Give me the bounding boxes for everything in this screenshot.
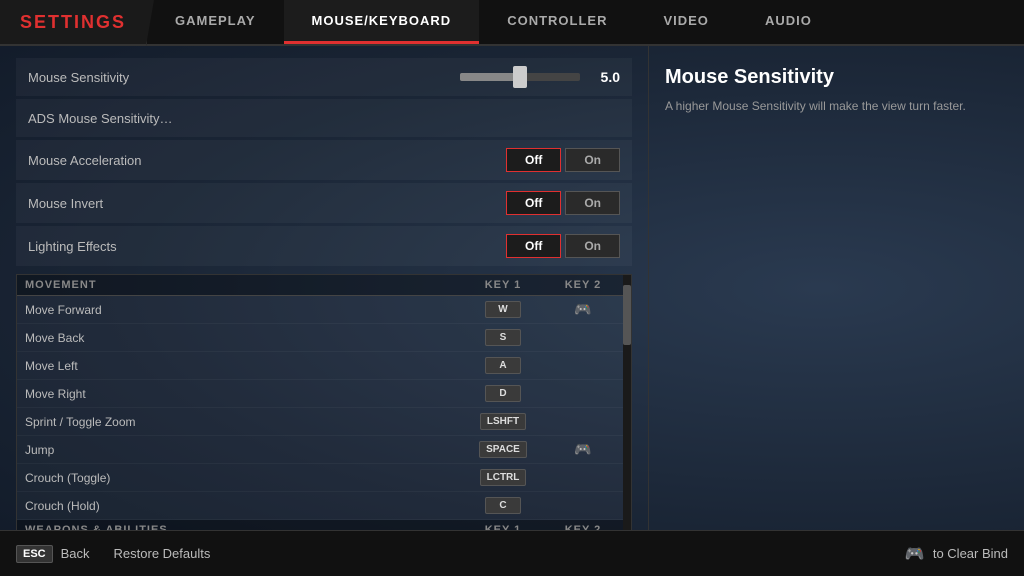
key1-header: KEY 1 bbox=[463, 279, 543, 291]
lighting-effects-toggle: Off On bbox=[506, 234, 620, 258]
clear-bind-text: to Clear Bind bbox=[933, 546, 1008, 561]
scrollbar-thumb[interactable] bbox=[623, 285, 631, 345]
sensitivity-slider[interactable] bbox=[460, 73, 580, 81]
clear-bind-icon: 🎮 bbox=[905, 544, 925, 564]
weapons-section-header: WEAPONS & ABILITIES KEY 1 KEY 2 bbox=[17, 520, 631, 530]
tab-gameplay[interactable]: GAMEPLAY bbox=[147, 0, 283, 44]
key2-header: KEY 2 bbox=[543, 279, 623, 291]
clear-bind-hint: 🎮 to Clear Bind bbox=[905, 544, 1008, 564]
esc-key-hint: ESC bbox=[16, 545, 53, 563]
back-button[interactable]: ESC Back bbox=[16, 545, 90, 563]
lighting-effects-on[interactable]: On bbox=[565, 234, 620, 258]
mouse-acceleration-row[interactable]: Mouse Acceleration Off On bbox=[16, 140, 632, 180]
main-content: Mouse Sensitivity 5.0 ADS Mouse Sensitiv… bbox=[0, 46, 1024, 530]
restore-label: Restore Defaults bbox=[114, 546, 211, 561]
controller-icon-forward: 🎮 bbox=[574, 301, 591, 318]
slider-fill bbox=[460, 73, 520, 81]
keybind-crouch-hold[interactable]: Crouch (Hold) C bbox=[17, 492, 631, 520]
mouse-acceleration-off[interactable]: Off bbox=[506, 148, 561, 172]
mouse-acceleration-label: Mouse Acceleration bbox=[28, 153, 506, 168]
keybind-move-left[interactable]: Move Left A bbox=[17, 352, 631, 380]
mouse-invert-label: Mouse Invert bbox=[28, 196, 506, 211]
restore-defaults-button[interactable]: Restore Defaults bbox=[114, 545, 211, 563]
bottom-bar: ESC Back Restore Defaults 🎮 to Clear Bin… bbox=[0, 530, 1024, 576]
nav-tabs: GAMEPLAY MOUSE/KEYBOARD CONTROLLER VIDEO… bbox=[147, 0, 1024, 44]
mouse-sensitivity-label: Mouse Sensitivity bbox=[28, 70, 460, 85]
tab-audio[interactable]: AUDIO bbox=[737, 0, 840, 44]
keybind-move-forward[interactable]: Move Forward W 🎮 bbox=[17, 296, 631, 324]
keybind-scroll[interactable]: MOVEMENT KEY 1 KEY 2 Move Forward W 🎮 bbox=[16, 274, 632, 530]
scrollbar[interactable] bbox=[623, 275, 631, 530]
keybind-crouch-toggle[interactable]: Crouch (Toggle) LCTRL bbox=[17, 464, 631, 492]
mouse-sensitivity-controls: 5.0 bbox=[460, 69, 620, 85]
info-description: A higher Mouse Sensitivity will make the… bbox=[665, 97, 1008, 115]
keybind-move-back[interactable]: Move Back S bbox=[17, 324, 631, 352]
tab-mouse-keyboard[interactable]: MOUSE/KEYBOARD bbox=[284, 0, 480, 44]
ads-sensitivity-label: ADS Mouse Sensitivity… bbox=[28, 111, 620, 126]
sensitivity-value: 5.0 bbox=[588, 69, 620, 85]
slider-thumb[interactable] bbox=[513, 66, 527, 88]
lighting-effects-off[interactable]: Off bbox=[506, 234, 561, 258]
keybind-jump[interactable]: Jump SPACE 🎮 bbox=[17, 436, 631, 464]
controller-icon-jump: 🎮 bbox=[574, 441, 591, 458]
mouse-invert-toggle: Off On bbox=[506, 191, 620, 215]
movement-title: MOVEMENT bbox=[25, 279, 463, 291]
settings-panel: Mouse Sensitivity 5.0 ADS Mouse Sensitiv… bbox=[0, 46, 648, 530]
info-panel: Mouse Sensitivity A higher Mouse Sensiti… bbox=[648, 46, 1024, 530]
mouse-invert-row[interactable]: Mouse Invert Off On bbox=[16, 183, 632, 223]
keybind-sprint[interactable]: Sprint / Toggle Zoom LSHFT bbox=[17, 408, 631, 436]
mouse-acceleration-toggle: Off On bbox=[506, 148, 620, 172]
movement-section-header: MOVEMENT KEY 1 KEY 2 bbox=[17, 275, 631, 296]
mouse-invert-off[interactable]: Off bbox=[506, 191, 561, 215]
tab-video[interactable]: VIDEO bbox=[635, 0, 736, 44]
mouse-invert-on[interactable]: On bbox=[565, 191, 620, 215]
keybind-section: MOVEMENT KEY 1 KEY 2 Move Forward W 🎮 bbox=[16, 274, 632, 530]
lighting-effects-label: Lighting Effects bbox=[28, 239, 506, 254]
mouse-acceleration-on[interactable]: On bbox=[565, 148, 620, 172]
top-navigation: SETTINGS GAMEPLAY MOUSE/KEYBOARD CONTROL… bbox=[0, 0, 1024, 46]
tab-controller[interactable]: CONTROLLER bbox=[479, 0, 635, 44]
back-label: Back bbox=[61, 546, 90, 561]
info-title: Mouse Sensitivity bbox=[665, 66, 1008, 89]
bottom-actions: ESC Back Restore Defaults bbox=[16, 545, 210, 563]
lighting-effects-row[interactable]: Lighting Effects Off On bbox=[16, 226, 632, 266]
mouse-sensitivity-row[interactable]: Mouse Sensitivity 5.0 bbox=[16, 58, 632, 96]
settings-title: SETTINGS bbox=[0, 0, 147, 44]
ads-sensitivity-row[interactable]: ADS Mouse Sensitivity… bbox=[16, 99, 632, 137]
keybind-move-right[interactable]: Move Right D bbox=[17, 380, 631, 408]
